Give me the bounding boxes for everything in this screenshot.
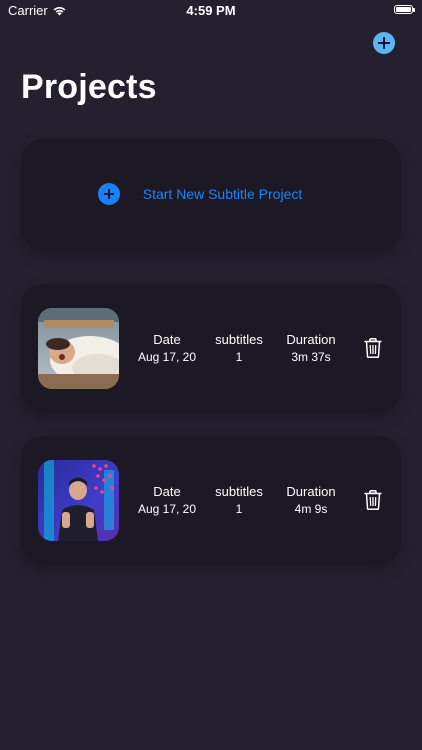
projects-screen: Carrier 4:59 PM Projects Start New Subti… bbox=[0, 0, 422, 750]
status-time: 4:59 PM bbox=[186, 3, 236, 18]
project-thumbnail bbox=[38, 308, 119, 389]
duration-value: 4m 9s bbox=[294, 502, 328, 516]
trash-icon[interactable] bbox=[364, 490, 382, 510]
battery-icon bbox=[394, 5, 415, 14]
duration-header: Duration bbox=[286, 484, 336, 499]
duration-column: Duration 4m 9s bbox=[266, 484, 356, 516]
start-new-project-card[interactable]: Start New Subtitle Project bbox=[21, 139, 401, 249]
battery-fill bbox=[396, 7, 411, 12]
status-bar: Carrier 4:59 PM bbox=[0, 0, 422, 22]
duration-column: Duration 3m 37s bbox=[266, 332, 356, 364]
add-project-button[interactable] bbox=[373, 32, 395, 54]
plus-icon bbox=[378, 37, 390, 49]
project-card[interactable]: Date Aug 17, 20 subtitles 1 Duration 3m … bbox=[21, 284, 401, 411]
start-new-project-label: Start New Subtitle Project bbox=[142, 186, 303, 202]
plus-circle-icon bbox=[97, 183, 120, 205]
duration-header: Duration bbox=[286, 332, 336, 347]
duration-value: 3m 37s bbox=[291, 350, 331, 364]
page-title: Projects bbox=[21, 68, 157, 106]
project-card[interactable]: Date Aug 17, 20 subtitles 1 Duration 4m … bbox=[21, 436, 401, 563]
trash-icon[interactable] bbox=[364, 338, 382, 358]
project-thumbnail bbox=[38, 460, 119, 541]
